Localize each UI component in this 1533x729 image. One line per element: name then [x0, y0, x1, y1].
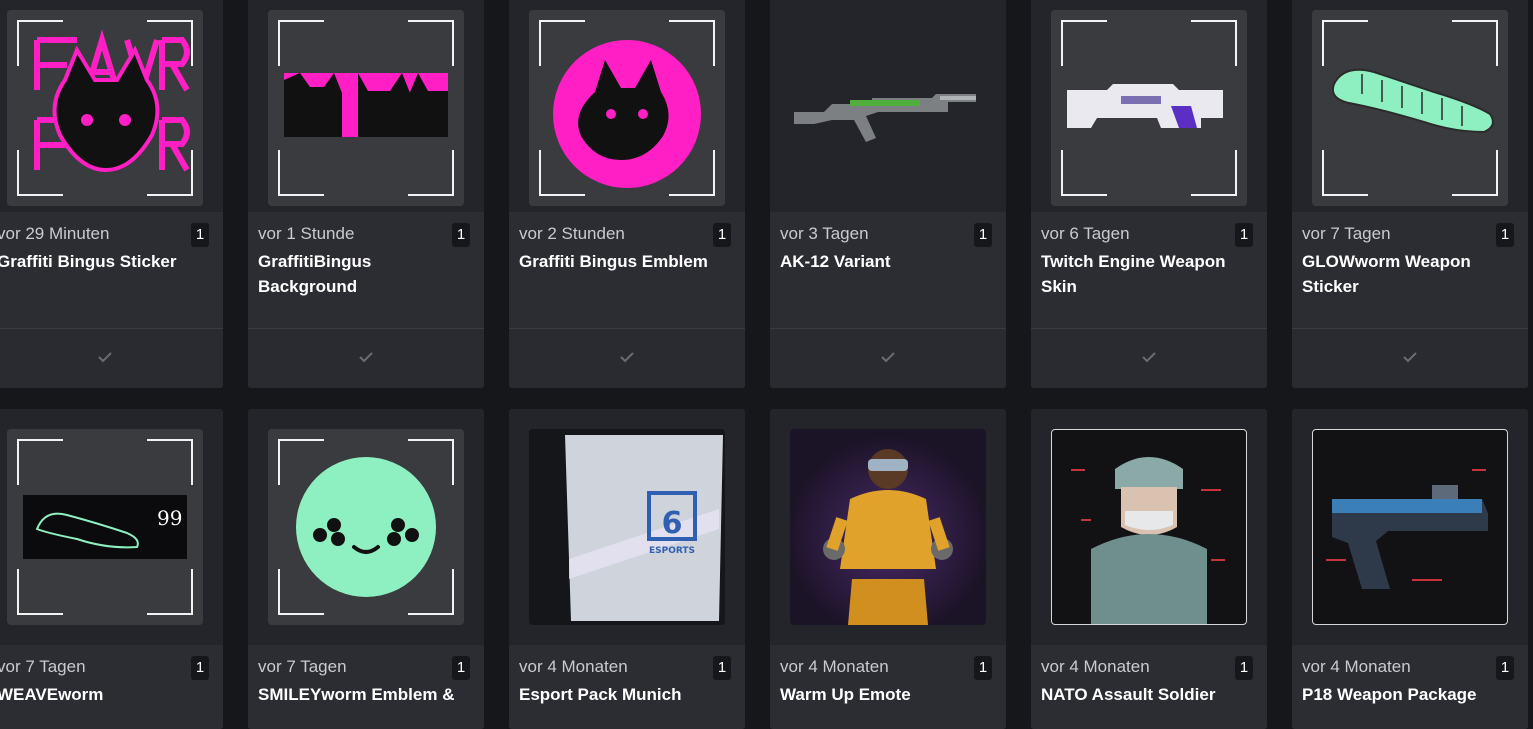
- item-info: vor 29 Minuten 1 Graffiti Bingus Sticker: [0, 212, 223, 328]
- item-card[interactable]: vor 6 Tagen 1 Twitch Engine Weapon Skin: [1031, 0, 1267, 388]
- item-name: GraffitiBingus Background: [258, 252, 372, 296]
- rifle-icon: [794, 94, 976, 142]
- item-name: WEAVEworm: [0, 685, 104, 704]
- item-thumbnail: 6 ESPORTS: [529, 429, 725, 625]
- item-card[interactable]: vor 7 Tagen 1 GLOWworm Weapon Sticker: [1292, 0, 1528, 388]
- item-footer: [1292, 328, 1528, 388]
- item-name: Warm Up Emote: [780, 685, 911, 704]
- item-info: vor 4 Monaten 1 NATO Assault Soldier: [1031, 645, 1267, 729]
- item-name: NATO Assault Soldier: [1041, 685, 1216, 704]
- item-time: vor 7 Tagen: [0, 657, 86, 676]
- item-thumbnail: [268, 10, 464, 206]
- quantity-badge: 1: [452, 223, 470, 247]
- pistol-icon: [1312, 429, 1508, 625]
- item-info: vor 7 Tagen 1 SMILEYworm Emblem &: [248, 645, 484, 729]
- soldier-icon: [1051, 429, 1247, 625]
- pack-label: ESPORTS: [649, 546, 695, 556]
- operator-emote-icon: [823, 449, 953, 625]
- item-time: vor 1 Stunde: [258, 224, 355, 243]
- check-icon[interactable]: [1402, 349, 1418, 365]
- quantity-badge: 1: [452, 656, 470, 680]
- item-name: Esport Pack Munich: [519, 685, 682, 704]
- pack-number: 6: [662, 506, 683, 541]
- check-icon[interactable]: [97, 349, 113, 365]
- item-info: vor 3 Tagen 1 AK-12 Variant: [770, 212, 1006, 328]
- item-footer: [1031, 328, 1267, 388]
- item-time: vor 4 Monaten: [1041, 657, 1150, 676]
- item-thumbnail: [790, 10, 986, 206]
- item-footer: [509, 328, 745, 388]
- item-thumbnail: [7, 10, 203, 206]
- check-icon[interactable]: [619, 349, 635, 365]
- item-name: Graffiti Bingus Emblem: [519, 252, 708, 271]
- item-card[interactable]: vor 29 Minuten 1 Graffiti Bingus Sticker: [0, 0, 223, 388]
- quantity-badge: 1: [974, 223, 992, 247]
- check-icon[interactable]: [1141, 349, 1157, 365]
- item-info: vor 4 Monaten 1 Esport Pack Munich: [509, 645, 745, 729]
- item-name: SMILEYworm Emblem &: [258, 685, 455, 704]
- item-card[interactable]: vor 3 Tagen 1 AK-12 Variant: [770, 0, 1006, 388]
- item-info: vor 7 Tagen 1 GLOWworm Weapon Sticker: [1292, 212, 1528, 328]
- check-icon[interactable]: [358, 349, 374, 365]
- item-thumbnail: [1051, 10, 1247, 206]
- item-time: vor 29 Minuten: [0, 224, 110, 243]
- item-footer: [0, 328, 223, 388]
- item-thumbnail: [1312, 429, 1508, 625]
- item-thumbnail: [790, 429, 986, 625]
- quantity-badge: 1: [191, 223, 209, 247]
- item-name: Graffiti Bingus Sticker: [0, 252, 177, 271]
- item-time: vor 2 Stunden: [519, 224, 625, 243]
- item-card[interactable]: vor 1 Stunde 1 GraffitiBingus Background: [248, 0, 484, 388]
- weaveworm-number: 99: [157, 506, 182, 530]
- esport-pack-icon: 6 ESPORTS: [529, 429, 725, 625]
- item-info: vor 6 Tagen 1 Twitch Engine Weapon Skin: [1031, 212, 1267, 328]
- item-card[interactable]: 6 ESPORTS vor 4 Monaten 1 Esport Pack Mu…: [509, 409, 745, 729]
- quantity-badge: 1: [713, 656, 731, 680]
- item-info: vor 4 Monaten 1 Warm Up Emote: [770, 645, 1006, 729]
- quantity-badge: 1: [1496, 656, 1514, 680]
- item-thumbnail: [268, 429, 464, 625]
- quantity-badge: 1: [974, 656, 992, 680]
- item-name: Twitch Engine Weapon Skin: [1041, 252, 1226, 296]
- item-card[interactable]: 99 vor 7 Tagen 1 WEAVEworm: [0, 409, 223, 729]
- quantity-badge: 1: [1496, 223, 1514, 247]
- item-time: vor 7 Tagen: [1302, 224, 1391, 243]
- item-card[interactable]: vor 7 Tagen 1 SMILEYworm Emblem &: [248, 409, 484, 729]
- item-info: vor 4 Monaten 1 P18 Weapon Package: [1292, 645, 1528, 729]
- quantity-badge: 1: [191, 656, 209, 680]
- item-thumbnail: [1312, 10, 1508, 206]
- item-time: vor 3 Tagen: [780, 224, 869, 243]
- item-card[interactable]: vor 2 Stunden 1 Graffiti Bingus Emblem: [509, 0, 745, 388]
- item-card[interactable]: vor 4 Monaten 1 NATO Assault Soldier: [1031, 409, 1267, 729]
- item-info: vor 2 Stunden 1 Graffiti Bingus Emblem: [509, 212, 745, 328]
- item-time: vor 6 Tagen: [1041, 224, 1130, 243]
- check-icon[interactable]: [880, 349, 896, 365]
- item-thumbnail: [529, 10, 725, 206]
- item-footer: [248, 328, 484, 388]
- item-info: vor 7 Tagen 1 WEAVEworm: [0, 645, 223, 729]
- item-thumbnail: [1051, 429, 1247, 625]
- quantity-badge: 1: [1235, 656, 1253, 680]
- item-card[interactable]: vor 4 Monaten 1 P18 Weapon Package: [1292, 409, 1528, 729]
- item-time: vor 4 Monaten: [519, 657, 628, 676]
- item-time: vor 4 Monaten: [1302, 657, 1411, 676]
- item-card[interactable]: vor 4 Monaten 1 Warm Up Emote: [770, 409, 1006, 729]
- item-time: vor 4 Monaten: [780, 657, 889, 676]
- item-thumbnail: 99: [7, 429, 203, 625]
- item-footer: [770, 328, 1006, 388]
- item-info: vor 1 Stunde 1 GraffitiBingus Background: [248, 212, 484, 328]
- quantity-badge: 1: [713, 223, 731, 247]
- item-name: GLOWworm Weapon Sticker: [1302, 252, 1471, 296]
- quantity-badge: 1: [1235, 223, 1253, 247]
- item-name: AK-12 Variant: [780, 252, 891, 271]
- item-name: P18 Weapon Package: [1302, 685, 1477, 704]
- item-time: vor 7 Tagen: [258, 657, 347, 676]
